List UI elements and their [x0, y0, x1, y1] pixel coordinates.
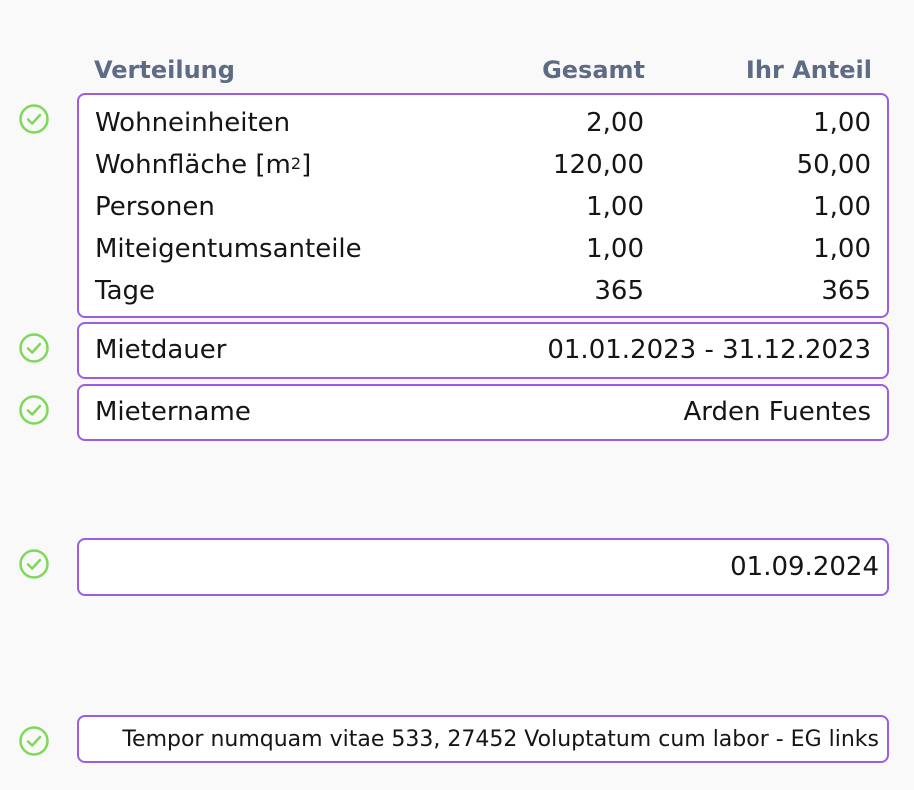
rental-period-value: 01.01.2023 - 31.12.2023 — [547, 335, 871, 365]
row-label: Tage — [95, 276, 156, 306]
rental-period-label: Mietdauer — [95, 335, 227, 365]
row-total: 1,00 — [586, 192, 644, 222]
row-share: 1,00 — [813, 192, 871, 222]
tenant-label: Mietername — [95, 397, 251, 427]
row-total: 1,00 — [586, 234, 644, 264]
tenant-value: Arden Fuentes — [683, 397, 871, 427]
tenant-card[interactable]: Mietername Arden Fuentes — [77, 384, 889, 441]
header-distribution: Verteilung — [94, 56, 235, 84]
date-value: 01.09.2024 — [730, 552, 879, 582]
row-share: 365 — [821, 276, 871, 306]
row-label-suffix: ] — [301, 150, 312, 180]
row-label-superscript: 2 — [290, 154, 302, 173]
row-label-text: Wohnfläche [m — [95, 150, 291, 180]
row-total: 120,00 — [553, 150, 644, 180]
row-share: 1,00 — [813, 234, 871, 264]
distribution-row: Tage 365 365 — [79, 270, 887, 312]
distribution-card: Wohneinheiten 2,00 1,00 Wohnfläche [m2] … — [77, 93, 889, 318]
address-field[interactable]: Tempor numquam vitae 533, 27452 Voluptat… — [77, 715, 889, 763]
date-field[interactable]: 01.09.2024 — [77, 538, 889, 596]
tenant-row: Mietername Arden Fuentes — [79, 391, 887, 433]
row-total: 365 — [594, 276, 644, 306]
distribution-row: Wohnfläche [m2] 120,00 50,00 — [79, 144, 887, 186]
row-total: 2,00 — [586, 108, 644, 138]
distribution-row: Wohneinheiten 2,00 1,00 — [79, 102, 887, 144]
distribution-row: Miteigentumsanteile 1,00 1,00 — [79, 228, 887, 270]
rental-period-card[interactable]: Mietdauer 01.01.2023 - 31.12.2023 — [77, 322, 889, 379]
check-circle-icon — [18, 332, 50, 364]
address-value: Tempor numquam vitae 533, 27452 Voluptat… — [122, 726, 879, 752]
distribution-row: Personen 1,00 1,00 — [79, 186, 887, 228]
row-label: Wohneinheiten — [95, 108, 291, 138]
check-circle-icon — [18, 548, 50, 580]
row-share: 50,00 — [796, 150, 871, 180]
rental-period-row: Mietdauer 01.01.2023 - 31.12.2023 — [79, 329, 887, 371]
row-label: Personen — [95, 192, 215, 222]
check-circle-icon — [18, 394, 50, 426]
check-circle-icon — [18, 103, 50, 135]
check-circle-icon — [18, 725, 50, 757]
row-label: Wohnfläche [m2] — [95, 144, 311, 186]
header-share: Ihr Anteil — [745, 56, 872, 84]
row-share: 1,00 — [813, 108, 871, 138]
row-label: Miteigentumsanteile — [95, 234, 362, 264]
header-total: Gesamt — [542, 56, 645, 84]
